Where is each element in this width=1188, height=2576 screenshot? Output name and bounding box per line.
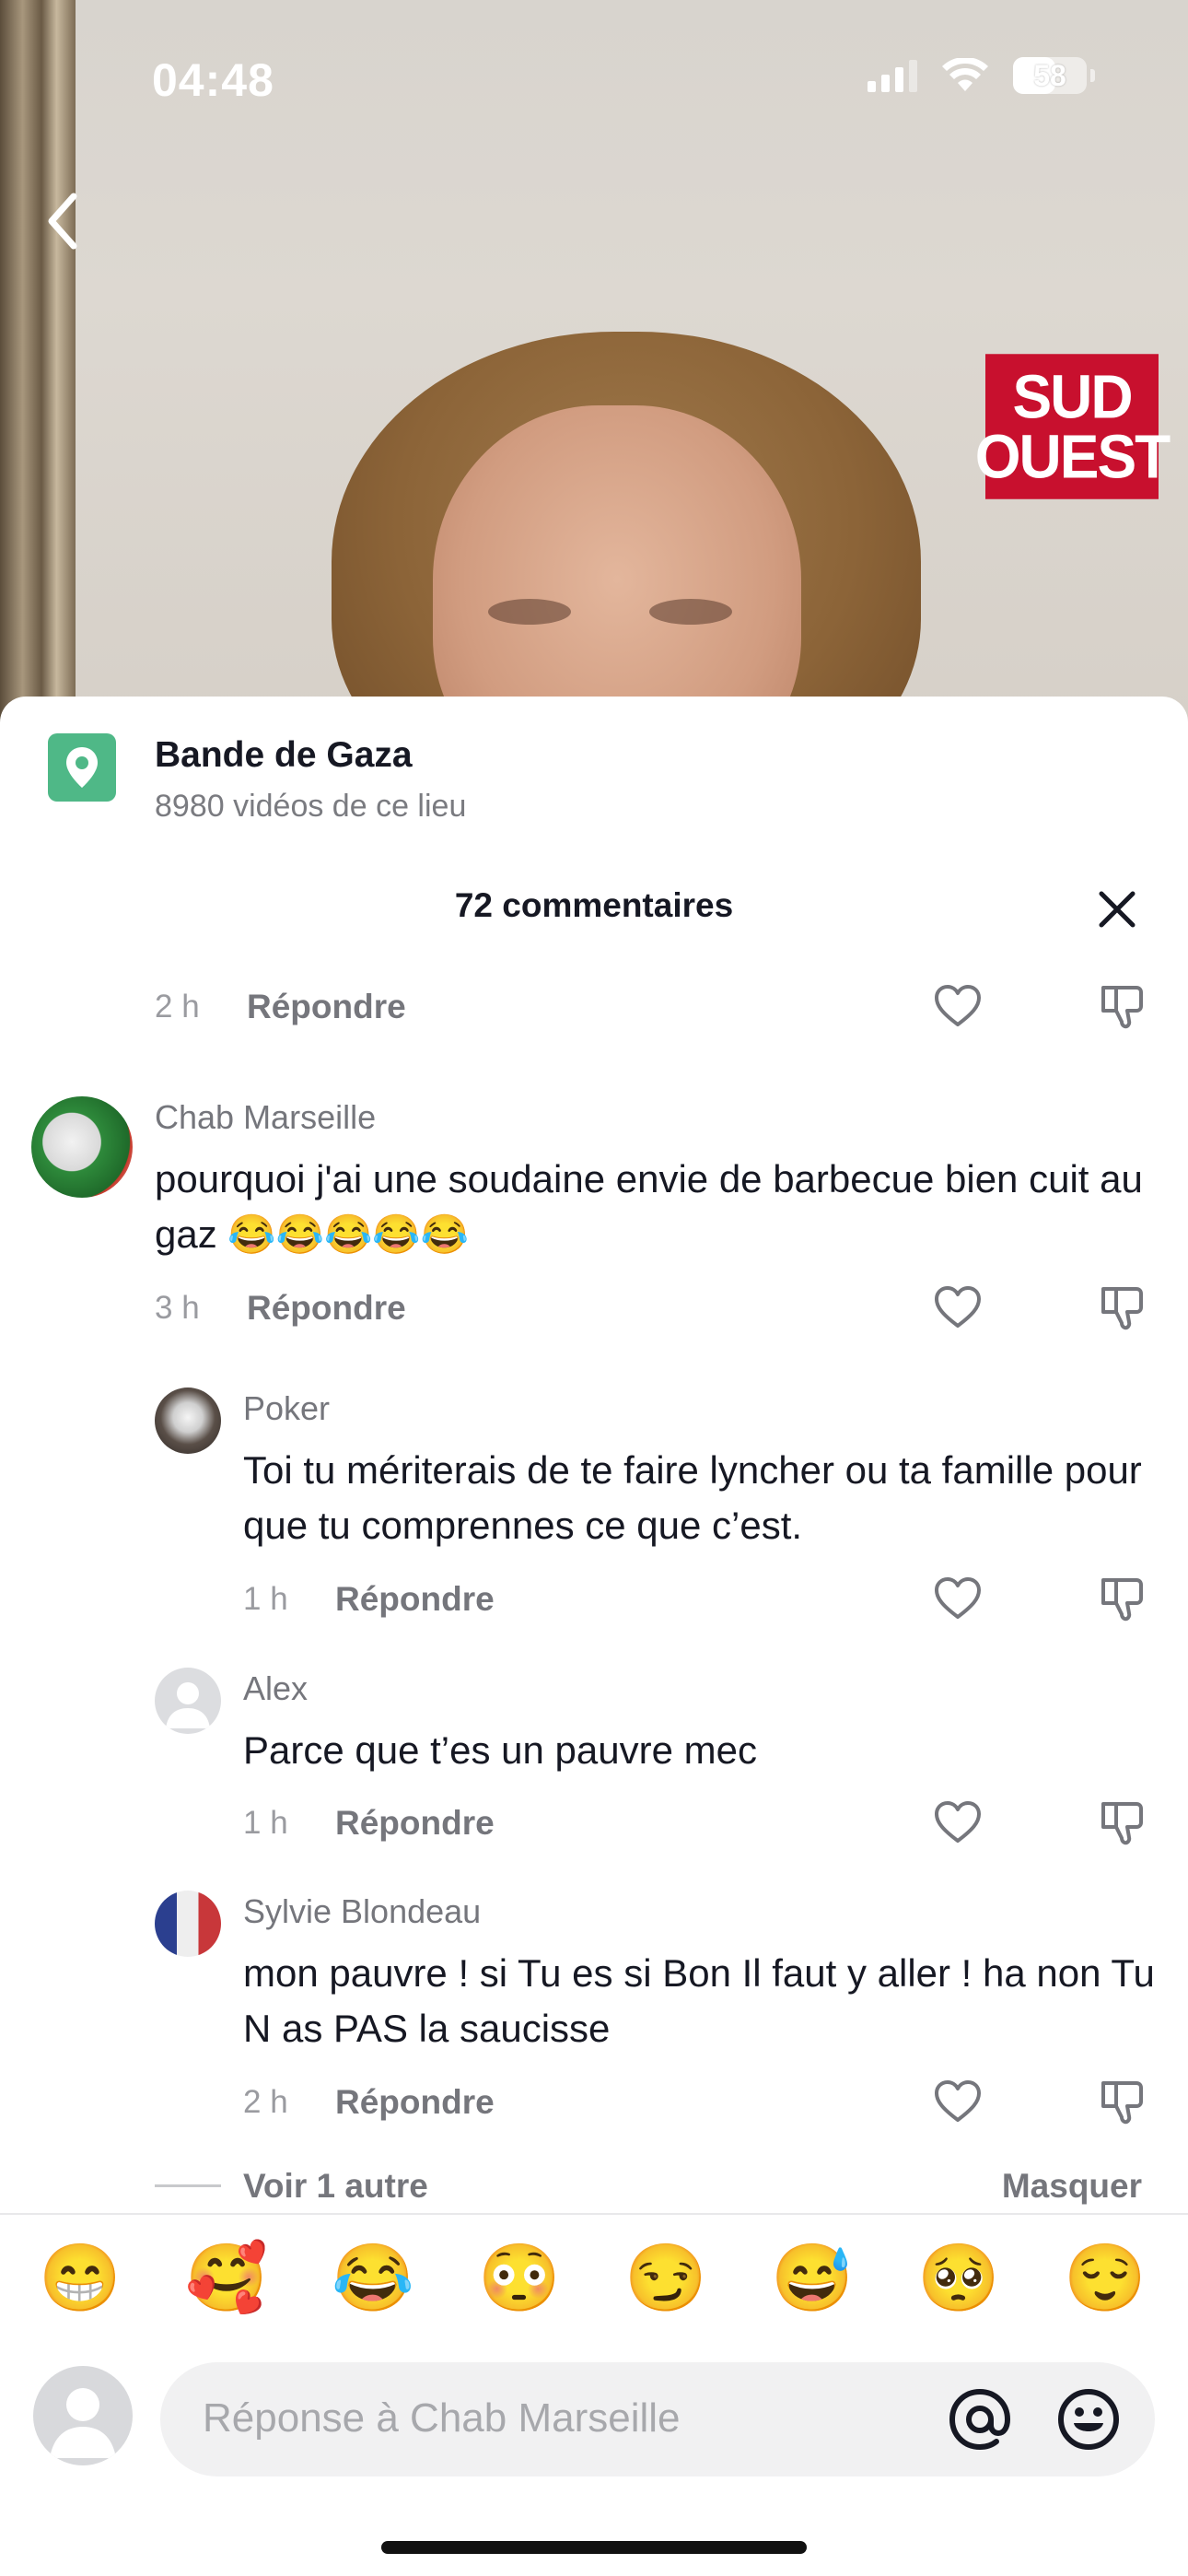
comment-author[interactable]: Chab Marseille (155, 1098, 376, 1137)
dislike-icon[interactable] (1096, 1282, 1147, 1333)
emoji-sweat-smile-button[interactable]: 😅 (771, 2237, 854, 2320)
cellular-signal-icon (868, 59, 917, 92)
close-icon[interactable] (1094, 886, 1140, 932)
like-heart-icon[interactable] (932, 1282, 984, 1333)
person-face (433, 405, 801, 737)
battery-icon: 58 (1013, 57, 1095, 94)
comment-time: 2 h (243, 2084, 288, 2120)
location-banner[interactable]: Bande de Gaza 8980 vidéos de ce lieu (48, 733, 466, 825)
home-indicator (381, 2541, 807, 2554)
default-avatar-icon (166, 1682, 210, 1728)
like-heart-icon[interactable] (932, 1573, 984, 1624)
reply-input[interactable]: Réponse à Chab Marseille (160, 2362, 1155, 2476)
emoji-laugh-button[interactable]: 😂 (332, 2237, 414, 2320)
reply-composer: Réponse à Chab Marseille (0, 2355, 1188, 2484)
emoji-pleading-button[interactable]: 🥺 (917, 2237, 1000, 2320)
status-time: 04:48 (152, 54, 274, 106)
composer-divider (0, 2213, 1188, 2215)
comments-sheet: Bande de Gaza 8980 vidéos de ce lieu 72 … (0, 697, 1188, 2576)
reply-button[interactable]: Répondre (335, 1804, 495, 1843)
comment-meta: 3 h Répondre (155, 1289, 406, 1328)
emoji-flushed-button[interactable]: 😳 (478, 2237, 561, 2320)
location-subtitle: 8980 vidéos de ce lieu (155, 789, 467, 824)
view-more-replies-button[interactable]: Voir 1 autre (243, 2167, 428, 2206)
dislike-icon[interactable] (1096, 1573, 1147, 1624)
my-avatar (33, 2366, 133, 2465)
dislike-icon[interactable] (1096, 980, 1147, 1032)
video-player[interactable]: 04:48 58 SUD OUEST (0, 0, 1188, 737)
comment-author[interactable]: Poker (243, 1389, 330, 1428)
comment-author[interactable]: Alex (243, 1669, 308, 1708)
reply-input-placeholder: Réponse à Chab Marseille (203, 2395, 681, 2441)
replies-divider (155, 2184, 221, 2187)
mention-at-icon[interactable] (945, 2384, 1015, 2454)
dislike-icon[interactable] (1096, 2076, 1147, 2127)
reply-button[interactable]: Répondre (247, 988, 406, 1026)
quick-emoji-bar: 😁 🥰 😂 😳 😏 😅 🥺 😌 (0, 2237, 1188, 2329)
reply-button[interactable]: Répondre (335, 1580, 495, 1619)
default-avatar-icon (50, 2388, 116, 2458)
comment-time: 1 h (243, 1581, 288, 1617)
person-eye (649, 599, 732, 625)
dislike-icon[interactable] (1096, 1797, 1147, 1848)
comment-time: 1 h (243, 1805, 288, 1841)
location-pin-icon (48, 733, 116, 802)
hide-replies-button[interactable]: Masquer (1002, 2167, 1142, 2206)
battery-percent: 58 (1033, 58, 1066, 92)
avatar[interactable] (155, 1388, 221, 1454)
like-heart-icon[interactable] (932, 1797, 984, 1848)
reply-button[interactable]: Répondre (335, 2083, 495, 2122)
comment-text: mon pauvre ! si Tu es si Bon Il faut y a… (243, 1951, 1155, 2050)
comment-meta: 1 h Répondre (243, 1580, 495, 1619)
avatar[interactable] (31, 1096, 133, 1198)
sud-ouest-logo: SUD OUEST (975, 354, 1171, 499)
emoji-relieved-button[interactable]: 😌 (1064, 2237, 1147, 2320)
status-icons: 58 (868, 57, 1095, 94)
wifi-icon (942, 58, 988, 91)
like-heart-icon[interactable] (932, 2076, 984, 2127)
location-title: Bande de Gaza (155, 735, 413, 775)
logo-line: OUEST (974, 421, 1171, 492)
comment-time: 3 h (155, 1290, 200, 1326)
person-eye (488, 599, 571, 625)
logo-line: SUD (1012, 361, 1133, 432)
comments-count-title: 72 commentaires (454, 886, 734, 924)
comment-text: Parce que t’es un pauvre mec (243, 1728, 757, 1772)
replies-toggle: Voir 1 autre Masquer (155, 2161, 1142, 2207)
comment-meta: 2 h Répondre (243, 2083, 495, 2122)
comment-meta: 2 h Répondre (155, 988, 406, 1026)
reply-button[interactable]: Répondre (247, 1289, 406, 1328)
avatar[interactable] (155, 1668, 221, 1734)
picture-frame (0, 0, 76, 737)
avatar[interactable] (155, 1891, 221, 1957)
emoji-picker-icon[interactable] (1054, 2384, 1124, 2454)
emoji-smirk-button[interactable]: 😏 (624, 2237, 707, 2320)
back-chevron-icon[interactable] (37, 189, 92, 253)
comment-time: 2 h (155, 989, 200, 1025)
comment-text: Toi tu mériterais de te faire lyncher ou… (243, 1448, 1142, 1547)
comment-meta: 1 h Répondre (243, 1804, 495, 1843)
emoji-hearts-button[interactable]: 🥰 (185, 2237, 268, 2320)
comment-author[interactable]: Sylvie Blondeau (243, 1892, 481, 1931)
emoji-grin-button[interactable]: 😁 (39, 2237, 122, 2320)
like-heart-icon[interactable] (932, 980, 984, 1032)
comment-text: pourquoi j'ai une soudaine envie de barb… (155, 1157, 1143, 1256)
